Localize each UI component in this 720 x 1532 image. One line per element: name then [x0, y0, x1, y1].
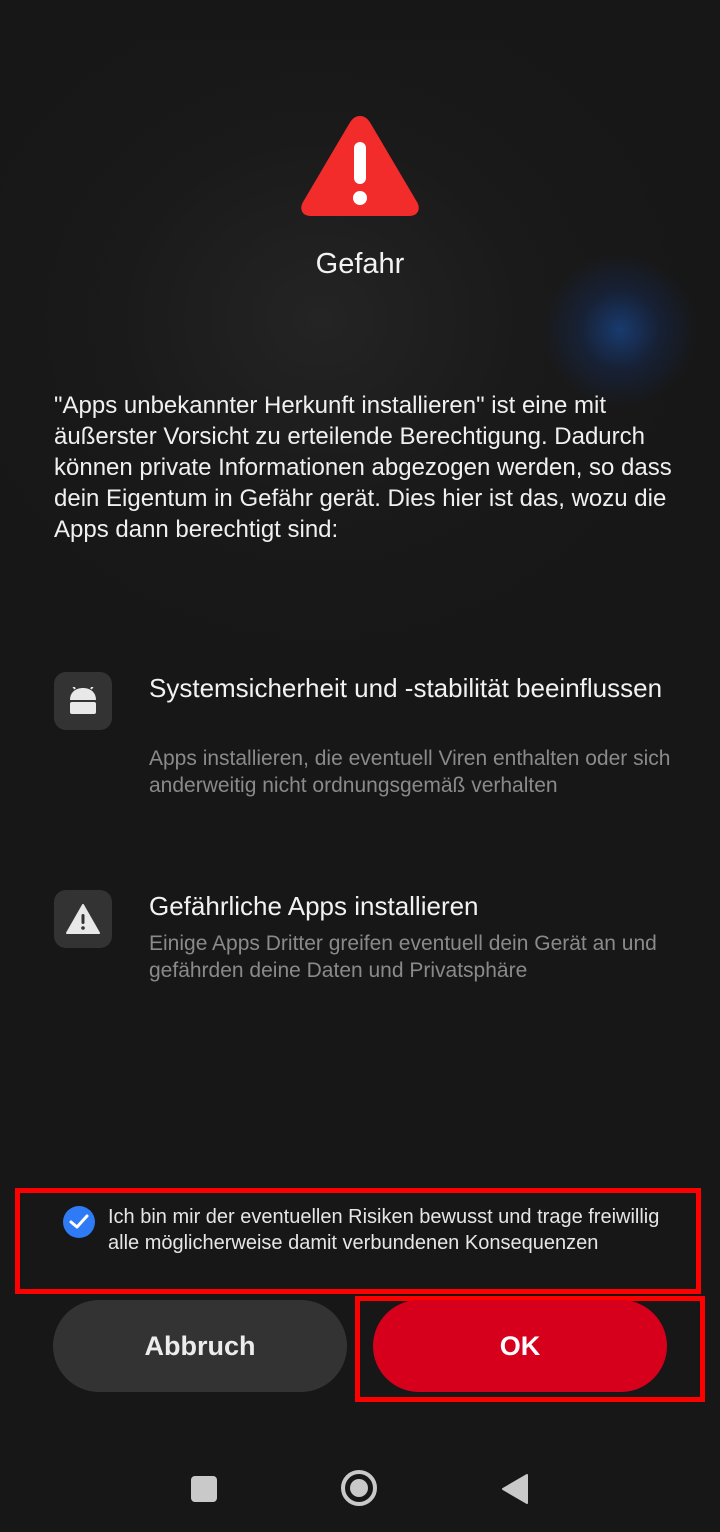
consent-checkbox[interactable]: [63, 1206, 95, 1238]
permission-item-system-security: Systemsicherheit und -stabilität beeinfl…: [54, 672, 684, 832]
risk-consent-highlight: Ich bin mir der eventuellen Risiken bewu…: [15, 1188, 701, 1294]
android-icon: [54, 672, 112, 730]
back-triangle-icon[interactable]: [500, 1473, 530, 1505]
recents-square-icon[interactable]: [191, 1476, 217, 1502]
permission-title: Systemsicherheit und -stabilität beeinfl…: [149, 673, 663, 703]
home-circle-icon[interactable]: [340, 1469, 378, 1507]
permission-description: Apps installieren, die eventuell Viren e…: [149, 747, 671, 797]
cancel-button[interactable]: Abbruch: [53, 1300, 347, 1392]
consent-text[interactable]: Ich bin mir der eventuellen Risiken bewu…: [108, 1204, 678, 1256]
permission-description: Einige Apps Dritter greifen eventuell de…: [149, 932, 657, 982]
permission-title: Gefährliche Apps installieren: [149, 891, 479, 921]
warning-triangle-icon: [301, 116, 419, 216]
dialog-description: "Apps unbekannter Herkunft installieren"…: [54, 392, 672, 543]
dialog-title: Gefahr: [315, 248, 405, 280]
navigation-bar: [0, 1440, 720, 1532]
permission-item-dangerous-apps: Gefährliche Apps installieren Einige App…: [54, 890, 684, 990]
warning-icon: [54, 890, 112, 948]
install-warning-screen: Gefahr "Apps unbekannter Herkunft instal…: [0, 0, 720, 1532]
ok-button[interactable]: OK: [373, 1300, 667, 1392]
checkmark-icon: [69, 1214, 89, 1229]
